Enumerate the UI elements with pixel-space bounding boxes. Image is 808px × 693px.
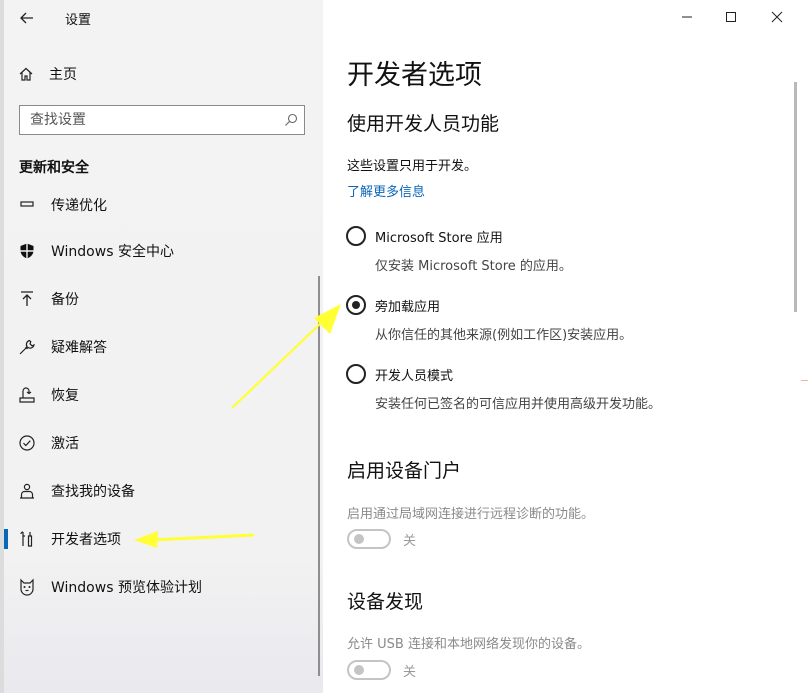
sidebar-item-windows-insider[interactable]: Windows 预览体验计划 xyxy=(0,567,318,607)
sidebar-item-windows-security[interactable]: Windows 安全中心 xyxy=(0,231,318,271)
backup-icon xyxy=(18,290,36,308)
title-bar: 设置 xyxy=(18,8,91,28)
home-icon xyxy=(18,66,34,82)
sidebar-item-label: 开发者选项 xyxy=(51,532,121,548)
radio-description: 安装任何已签名的可信应用并使用高级开发功能。 xyxy=(375,397,662,412)
shield-icon xyxy=(18,242,36,260)
back-button[interactable] xyxy=(18,9,36,27)
radio-microsoft-store[interactable]: Microsoft Store 应用 xyxy=(346,226,503,246)
close-icon xyxy=(771,11,783,23)
toggle-knob xyxy=(354,534,364,544)
dev-features-heading: 使用开发人员功能 xyxy=(347,113,500,135)
device-portal-toggle[interactable] xyxy=(347,529,391,549)
back-arrow-icon xyxy=(19,10,35,26)
device-discovery-toggle-row: 关 xyxy=(347,660,416,680)
toggle-knob xyxy=(354,665,364,675)
dev-features-note: 这些设置只用于开发。 xyxy=(347,159,478,174)
sidebar-item-delivery-optimization[interactable]: 传递优化 xyxy=(0,183,318,223)
sidebar-item-label: 查找我的设备 xyxy=(51,484,135,500)
radio-description: 仅安装 Microsoft Store 的应用。 xyxy=(375,259,572,274)
developer-tools-icon xyxy=(18,530,36,548)
main-scrollbar[interactable] xyxy=(794,82,797,312)
radio-button-selected[interactable] xyxy=(346,295,366,315)
maximize-icon xyxy=(725,11,737,23)
page-title: 开发者选项 xyxy=(347,60,482,91)
toggle-state-label: 关 xyxy=(403,533,417,549)
search-box xyxy=(19,105,305,135)
toggle-state-label: 关 xyxy=(403,664,417,680)
device-discovery-description: 允许 USB 连接和本地网络发现你的设备。 xyxy=(347,637,590,652)
sidebar-item-label: 激活 xyxy=(51,436,79,452)
radio-label: Microsoft Store 应用 xyxy=(375,230,503,246)
learn-more-link[interactable]: 了解更多信息 xyxy=(347,181,425,200)
radio-developer-mode[interactable]: 开发人员模式 xyxy=(346,364,453,384)
main-content: 开发者选项 使用开发人员功能 这些设置只用于开发。 了解更多信息 Microso… xyxy=(323,0,808,693)
sidebar: 设置 主页 更新和安全 传递优化 Windows 安全中心 备份 xyxy=(0,0,323,693)
sidebar-home[interactable]: 主页 xyxy=(18,63,77,85)
radio-sideload-apps[interactable]: 旁加载应用 xyxy=(346,295,440,315)
search-input[interactable] xyxy=(20,107,278,133)
radio-label: 旁加载应用 xyxy=(375,299,441,315)
sidebar-item-activation[interactable]: 激活 xyxy=(0,423,318,463)
background-edge xyxy=(801,380,808,381)
minimize-icon xyxy=(681,11,693,23)
close-button[interactable] xyxy=(766,8,788,26)
search-icon[interactable] xyxy=(278,107,304,133)
sidebar-item-backup[interactable]: 备份 xyxy=(0,279,318,319)
maximize-button[interactable] xyxy=(720,8,742,26)
sidebar-scrollbar[interactable] xyxy=(318,276,320,676)
wrench-icon xyxy=(18,338,36,356)
sidebar-item-label: Windows 安全中心 xyxy=(51,244,174,260)
sidebar-item-label: 恢复 xyxy=(51,388,79,404)
radio-description: 从你信任的其他来源(例如工作区)安装应用。 xyxy=(375,328,633,343)
checkmark-circle-icon xyxy=(18,434,36,452)
device-portal-heading: 启用设备门户 xyxy=(347,460,462,482)
sidebar-item-label: 疑难解答 xyxy=(51,340,107,356)
active-indicator xyxy=(4,529,8,549)
device-portal-description: 启用通过局域网连接进行远程诊断的功能。 xyxy=(347,507,595,522)
sidebar-item-developer-options[interactable]: 开发者选项 xyxy=(0,519,318,559)
radio-button[interactable] xyxy=(346,364,366,384)
app-title: 设置 xyxy=(65,12,92,28)
home-label: 主页 xyxy=(49,67,77,83)
sidebar-item-troubleshoot[interactable]: 疑难解答 xyxy=(0,327,318,367)
minimize-button[interactable] xyxy=(676,8,698,26)
radio-label: 开发人员模式 xyxy=(375,368,454,384)
device-discovery-heading: 设备发现 xyxy=(347,591,424,613)
recovery-icon xyxy=(18,386,36,404)
insider-cat-icon xyxy=(18,578,36,596)
delivery-optimization-icon xyxy=(18,194,36,212)
sidebar-item-label: Windows 预览体验计划 xyxy=(51,580,202,596)
device-portal-toggle-row: 关 xyxy=(347,529,416,549)
sidebar-item-label: 传递优化 xyxy=(51,198,107,214)
device-discovery-toggle[interactable] xyxy=(347,660,391,680)
sidebar-item-recovery[interactable]: 恢复 xyxy=(0,375,318,415)
person-location-icon xyxy=(18,482,36,500)
sidebar-item-label: 备份 xyxy=(51,292,79,308)
sidebar-item-find-my-device[interactable]: 查找我的设备 xyxy=(0,471,318,511)
radio-button[interactable] xyxy=(346,226,366,246)
section-title: 更新和安全 xyxy=(19,160,89,176)
